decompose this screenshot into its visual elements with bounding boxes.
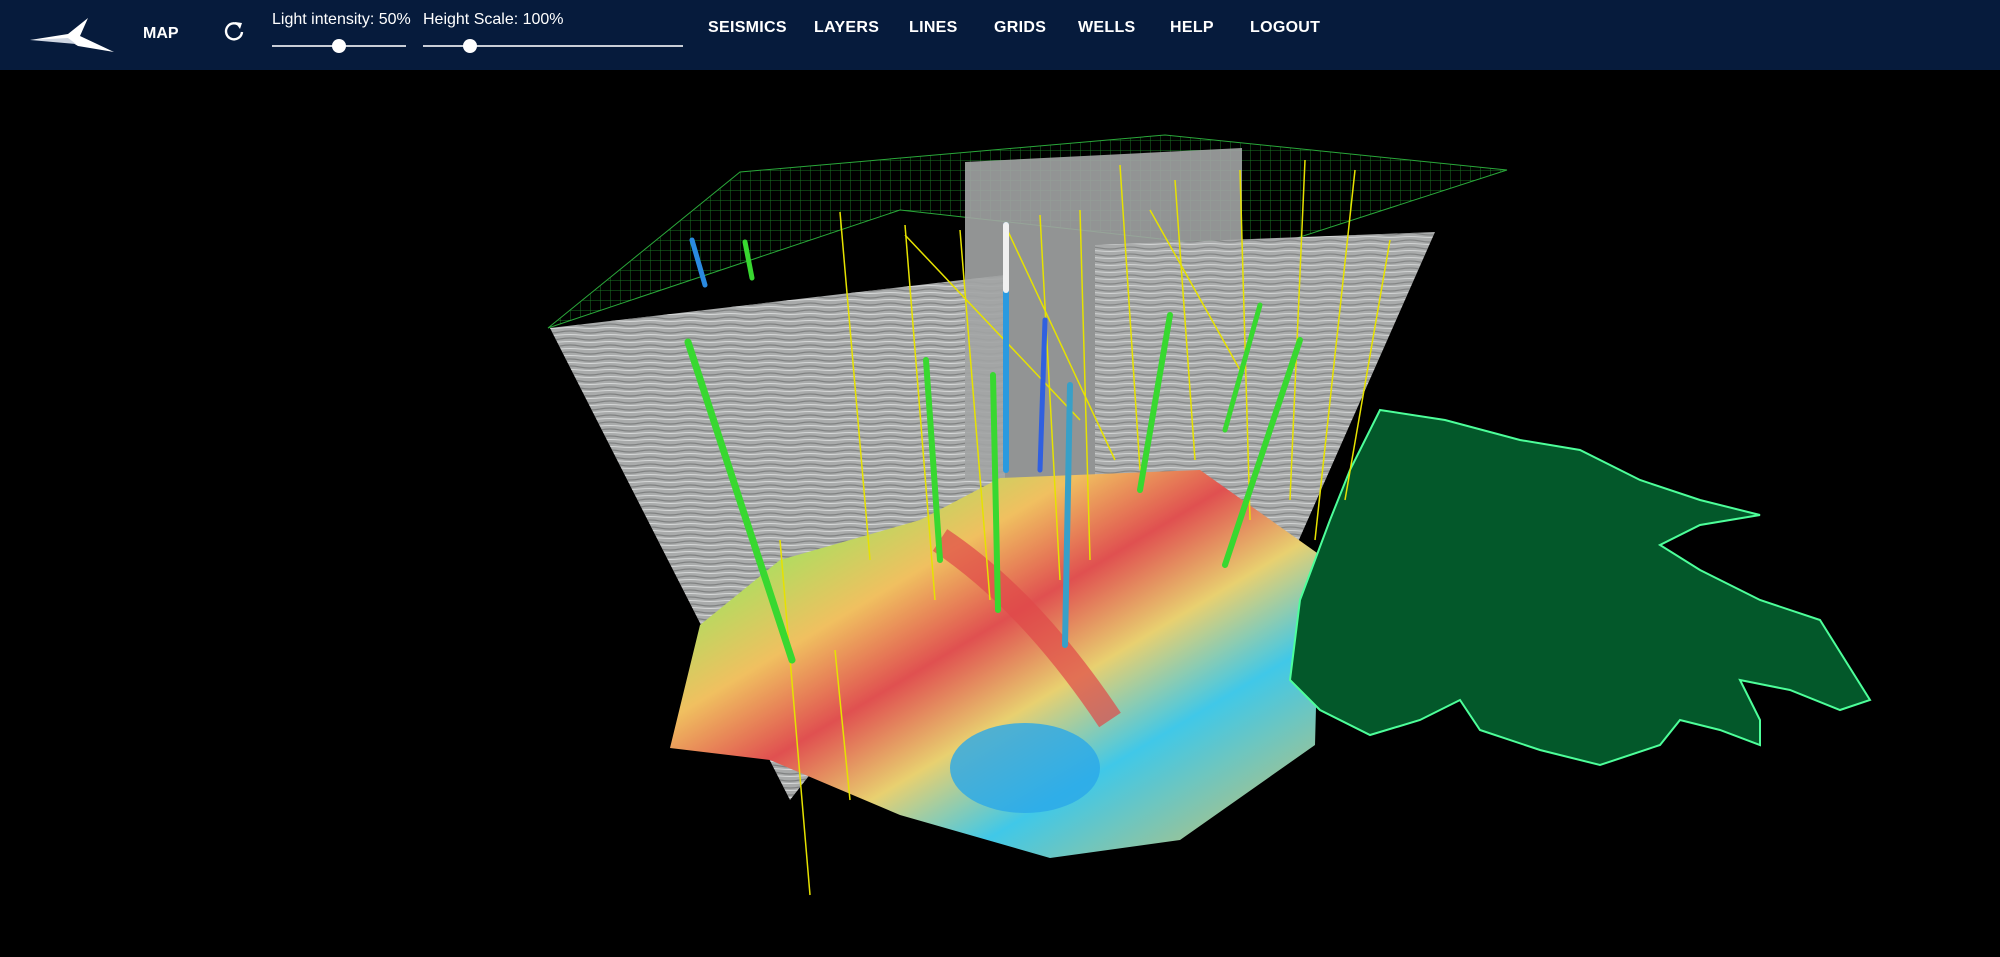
- nav-lines[interactable]: LINES: [909, 19, 958, 37]
- nav-wells[interactable]: WELLS: [1078, 19, 1136, 37]
- nav-seismics[interactable]: SEISMICS: [708, 19, 787, 37]
- nav-help[interactable]: HELP: [1170, 19, 1214, 37]
- map-button[interactable]: MAP: [143, 25, 179, 43]
- top-navigation-bar: MAP Light intensity: 50% Height Scale: 1…: [0, 0, 2000, 70]
- height-scale-track[interactable]: [423, 45, 683, 47]
- height-scale-thumb[interactable]: [463, 39, 477, 53]
- 3d-viewport[interactable]: [0, 70, 2000, 952]
- surface-basin: [950, 723, 1100, 813]
- refresh-icon[interactable]: [221, 19, 247, 45]
- nav-logout[interactable]: LOGOUT: [1250, 19, 1320, 37]
- nav-layers[interactable]: LAYERS: [814, 19, 879, 37]
- 3d-scene[interactable]: [0, 70, 2000, 952]
- kongsberg-logo-icon[interactable]: [28, 16, 116, 54]
- light-intensity-label: Light intensity: 50%: [272, 11, 411, 28]
- field-outline-polygon[interactable]: [1288, 408, 1872, 767]
- nav-grids[interactable]: GRIDS: [994, 19, 1046, 37]
- light-intensity-thumb[interactable]: [332, 39, 346, 53]
- height-scale-label: Height Scale: 100%: [423, 11, 564, 28]
